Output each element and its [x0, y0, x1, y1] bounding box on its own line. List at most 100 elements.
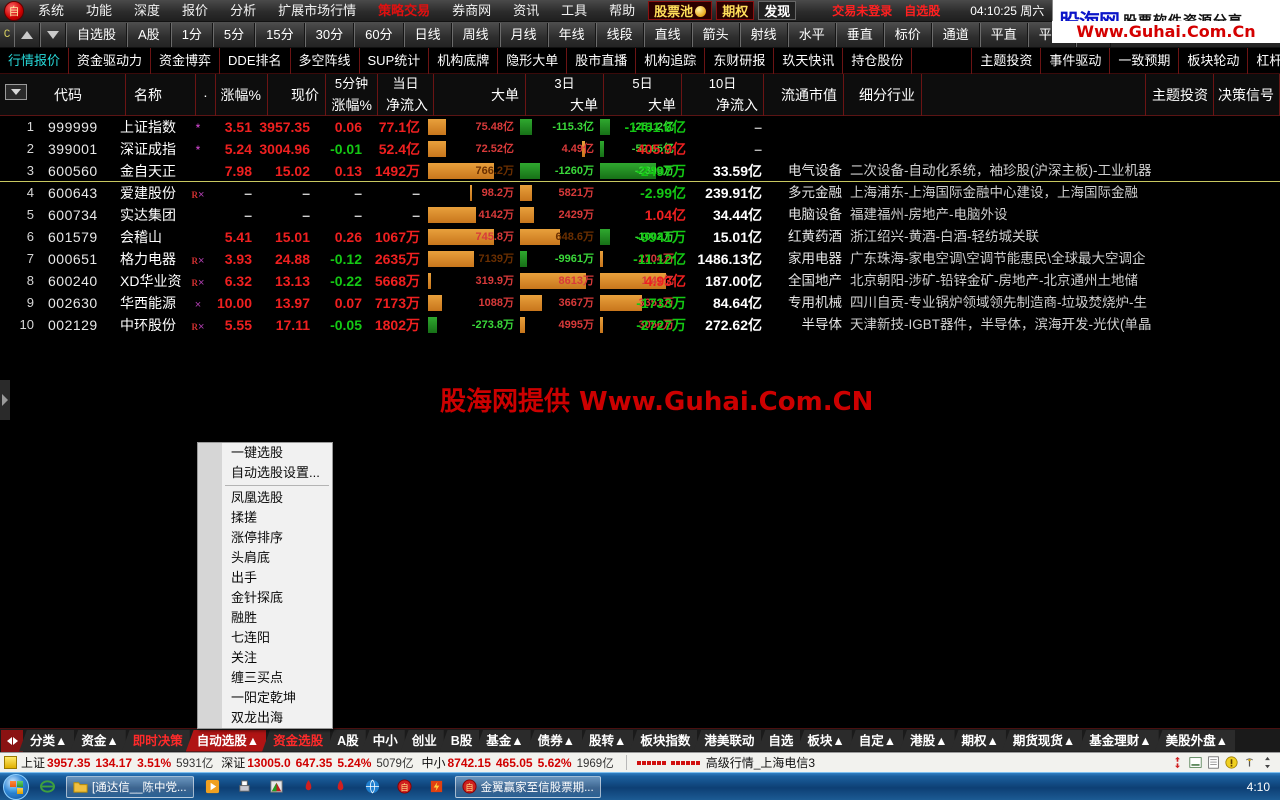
bottom-tab[interactable]: 港美联动	[693, 729, 762, 752]
toolbar-btn-60min[interactable]: 60分	[354, 22, 404, 47]
panel-expand-handle[interactable]	[0, 380, 10, 420]
context-menu-item[interactable]: 凤凰选股	[198, 488, 332, 508]
table-row[interactable]: 5 600734 实达集团 – – – – 4142万 2429万 1.04亿 34.44亿 电脑设备…	[0, 204, 1280, 226]
minimize-icon[interactable]	[1189, 756, 1202, 769]
context-menu-item[interactable]: 金针探底	[198, 588, 332, 608]
header-name[interactable]: 名称	[126, 74, 196, 116]
toolbar-btn-selfstock[interactable]: 自选股	[66, 22, 128, 47]
stock-picker-context-menu[interactable]: 一键选股 自动选股设置... 凤凰选股 揉搓 涨停排序 头肩底 出手 金针探底 融胜 七连阳 关注缠…	[197, 442, 333, 729]
bottom-tab[interactable]: 期货现货▲	[1001, 729, 1083, 752]
context-menu-item[interactable]: 缠三买点	[198, 668, 332, 688]
toolbar-btn-1min[interactable]: 1分	[170, 22, 213, 47]
table-row[interactable]: 6 601579 会稽山 5.41 15.01 0.26 1067万 745.8万 648.6万…	[0, 226, 1280, 248]
context-menu-item[interactable]: 揉搓	[198, 508, 332, 528]
func-tab-holdings[interactable]: 持仓股份	[843, 47, 913, 74]
func-tab-research-report[interactable]: 东财研报	[705, 47, 775, 74]
bottom-tab[interactable]: 板块指数	[629, 729, 698, 752]
menu-item-system[interactable]: 系统	[27, 0, 75, 22]
func-tab-market-quote[interactable]: 行情报价	[0, 47, 70, 74]
toolbar-btn-flat[interactable]: 平直	[979, 22, 1028, 47]
menu-item-depth[interactable]: 深度	[123, 0, 171, 22]
bottom-tab[interactable]: 美股外盘▲	[1154, 729, 1236, 752]
toolbar-btn-horizontal[interactable]: 水平	[787, 22, 836, 47]
table-row[interactable]: 7 000651 格力电器 R× 3.93 24.88 -0.12 2635万 7139万 -99…	[0, 248, 1280, 270]
window-icon[interactable]	[1207, 756, 1220, 769]
bottom-tab[interactable]: 资金选股	[262, 729, 331, 752]
func-tab-dde-rank[interactable]: DDE排名	[220, 47, 291, 74]
context-menu-item[interactable]: 关注	[198, 648, 332, 668]
toolbar-btn-30min[interactable]: 30分	[304, 22, 355, 47]
toolbar-btn-ray[interactable]: 射线	[739, 22, 788, 47]
taskbar-item-globe[interactable]	[359, 776, 386, 798]
header-10d-netinflow[interactable]: 10日 净流入	[682, 74, 764, 116]
context-menu-item[interactable]: 一键选股	[198, 443, 332, 463]
func-tab-event-drive[interactable]: 事件驱动	[1041, 47, 1111, 74]
context-menu-item[interactable]: 融胜	[198, 608, 332, 628]
header-5min-pct[interactable]: 5分钟 涨幅%	[326, 74, 378, 116]
toolbar-btn-ashare[interactable]: A股	[127, 22, 171, 47]
header-code[interactable]: 代码	[46, 74, 126, 116]
header-price[interactable]: 现价	[268, 74, 326, 116]
updown-icon[interactable]	[1261, 756, 1274, 769]
func-tab-consensus[interactable]: 一致预期	[1110, 47, 1180, 74]
windows-start-icon[interactable]	[3, 773, 29, 800]
header-theme-invest[interactable]: 主题投资	[1146, 74, 1214, 116]
header-change-pct[interactable]: 涨幅%	[216, 74, 268, 116]
toolbar-btn-price-mark[interactable]: 标价	[883, 22, 932, 47]
table-row[interactable]: 2 399001 深证成指 * 5.24 3004.96 -0.01 52.4亿 72.52亿 4…	[0, 138, 1280, 160]
menu-item-analysis[interactable]: 分析	[219, 0, 267, 22]
func-tab-news-flash[interactable]: 玖天快讯	[774, 47, 844, 74]
toolbar-btn-line[interactable]: 直线	[643, 22, 692, 47]
toolbar-btn-arrow[interactable]: 箭头	[691, 22, 740, 47]
table-row[interactable]: 3 600560 金自天正 7.98 15.02 0.13 1492万 766.2万 -1260…	[0, 160, 1280, 182]
bottom-tab[interactable]: 板块▲	[796, 729, 852, 752]
table-row[interactable]: 8 600240 XD华业资 R× 6.32 13.13 -0.22 5668万 319.9万 8…	[0, 270, 1280, 292]
toolbar-btn-daily[interactable]: 日线	[403, 22, 452, 47]
taskbar-item-media[interactable]	[199, 776, 226, 798]
menu-item-strategy-trade[interactable]: 策略交易	[367, 0, 441, 22]
option-button[interactable]: 期权	[716, 1, 755, 20]
toolbar-btn-5min[interactable]: 5分	[212, 22, 256, 47]
func-tab-hidden-orders[interactable]: 隐形大单	[498, 47, 568, 74]
header-today-netinflow[interactable]: 当日 净流入	[378, 74, 434, 116]
stock-pool-button[interactable]: 股票池	[648, 1, 713, 20]
signal-icon[interactable]	[1243, 756, 1256, 769]
toolbar-btn-vertical[interactable]: 垂直	[835, 22, 884, 47]
header-today-bigorder[interactable]: 大单	[434, 74, 526, 116]
menu-item-tools[interactable]: 工具	[550, 0, 598, 22]
bottom-tab[interactable]: 中小	[361, 729, 405, 752]
bottom-tab[interactable]: 创业	[400, 729, 444, 752]
taskbar-item-app2[interactable]	[327, 776, 354, 798]
taskbar-item-paint[interactable]	[263, 776, 290, 798]
taskbar-item-jinyi[interactable]: 自 金翼赢家至信股票期...	[454, 775, 601, 798]
bottom-tab[interactable]: 自定▲	[847, 729, 904, 752]
table-row[interactable]: 10 002129 中环股份 R× 5.55 17.11 -0.05 1802万 -273.8万…	[0, 314, 1280, 336]
toolbar-btn-channel[interactable]: 通道	[931, 22, 980, 47]
app-logo-icon[interactable]: 自	[4, 0, 24, 21]
scroll-up-button[interactable]	[14, 22, 40, 47]
taskbar-item-tdx2[interactable]: 自	[391, 776, 418, 798]
menu-item-function[interactable]: 功能	[75, 0, 123, 22]
header-mark[interactable]: ·	[196, 74, 216, 116]
toolbar-btn-yearly[interactable]: 年线	[547, 22, 596, 47]
taskbar-item-ie[interactable]	[34, 776, 61, 798]
warning-icon[interactable]	[1225, 756, 1238, 769]
stock-table-body[interactable]: 1 999999 上证指数 * 3.51 3957.35 0.06 77.1亿 75.48亿 -1…	[0, 116, 1280, 728]
bottom-tab[interactable]: 期权▲	[950, 729, 1006, 752]
toolbar-btn-segment[interactable]: 线段	[595, 22, 644, 47]
bottom-tab[interactable]: 资金▲	[70, 729, 126, 752]
func-tab-sector-rotation[interactable]: 板块轮动	[1179, 47, 1249, 74]
menu-item-broker-net[interactable]: 券商网	[441, 0, 502, 22]
context-menu-item[interactable]: 七连阳	[198, 628, 332, 648]
func-tab-sup-stats[interactable]: SUP统计	[360, 47, 430, 74]
taskbar-item-printer[interactable]	[231, 776, 258, 798]
bottom-tab[interactable]: 自选	[757, 729, 801, 752]
header-decision-signal[interactable]: 决策信号	[1212, 74, 1280, 116]
context-menu-item[interactable]: 双龙出海	[198, 708, 332, 728]
context-menu-item[interactable]: 一阳定乾坤	[198, 688, 332, 708]
menu-item-news[interactable]: 资讯	[502, 0, 550, 22]
func-tab-fund-game[interactable]: 资金博弈	[151, 47, 221, 74]
refresh-icon[interactable]	[1171, 756, 1184, 769]
func-tab-institution-track[interactable]: 机构追踪	[636, 47, 706, 74]
bottom-tab[interactable]: 港股▲	[899, 729, 955, 752]
